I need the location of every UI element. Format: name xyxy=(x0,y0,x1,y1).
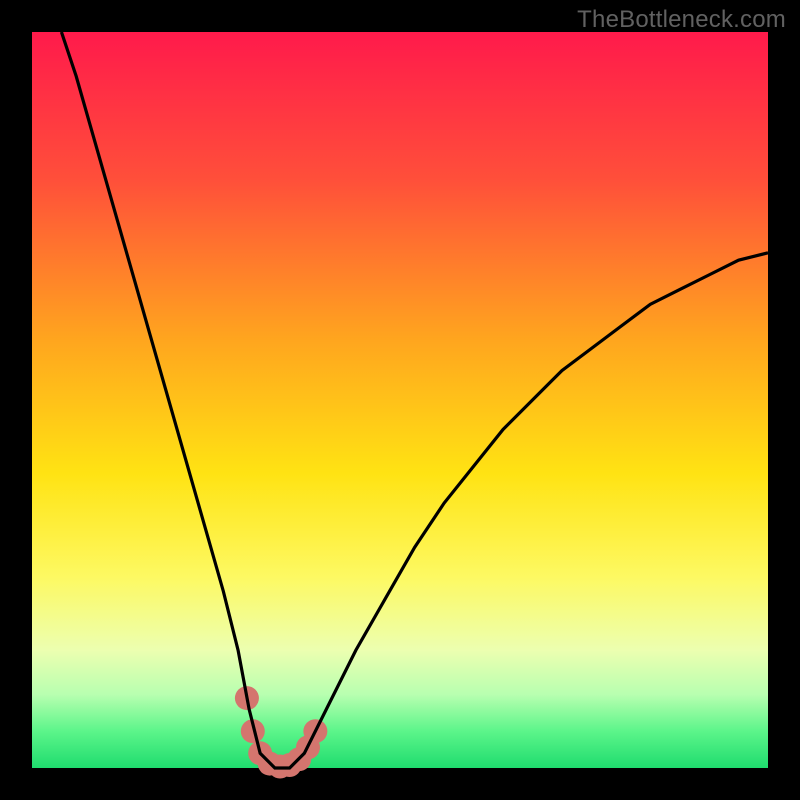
plot-background xyxy=(32,32,768,768)
watermark-text: TheBottleneck.com xyxy=(577,6,786,34)
chart-canvas: TheBottleneck.com xyxy=(0,0,800,800)
bottleneck-plot xyxy=(0,0,800,800)
